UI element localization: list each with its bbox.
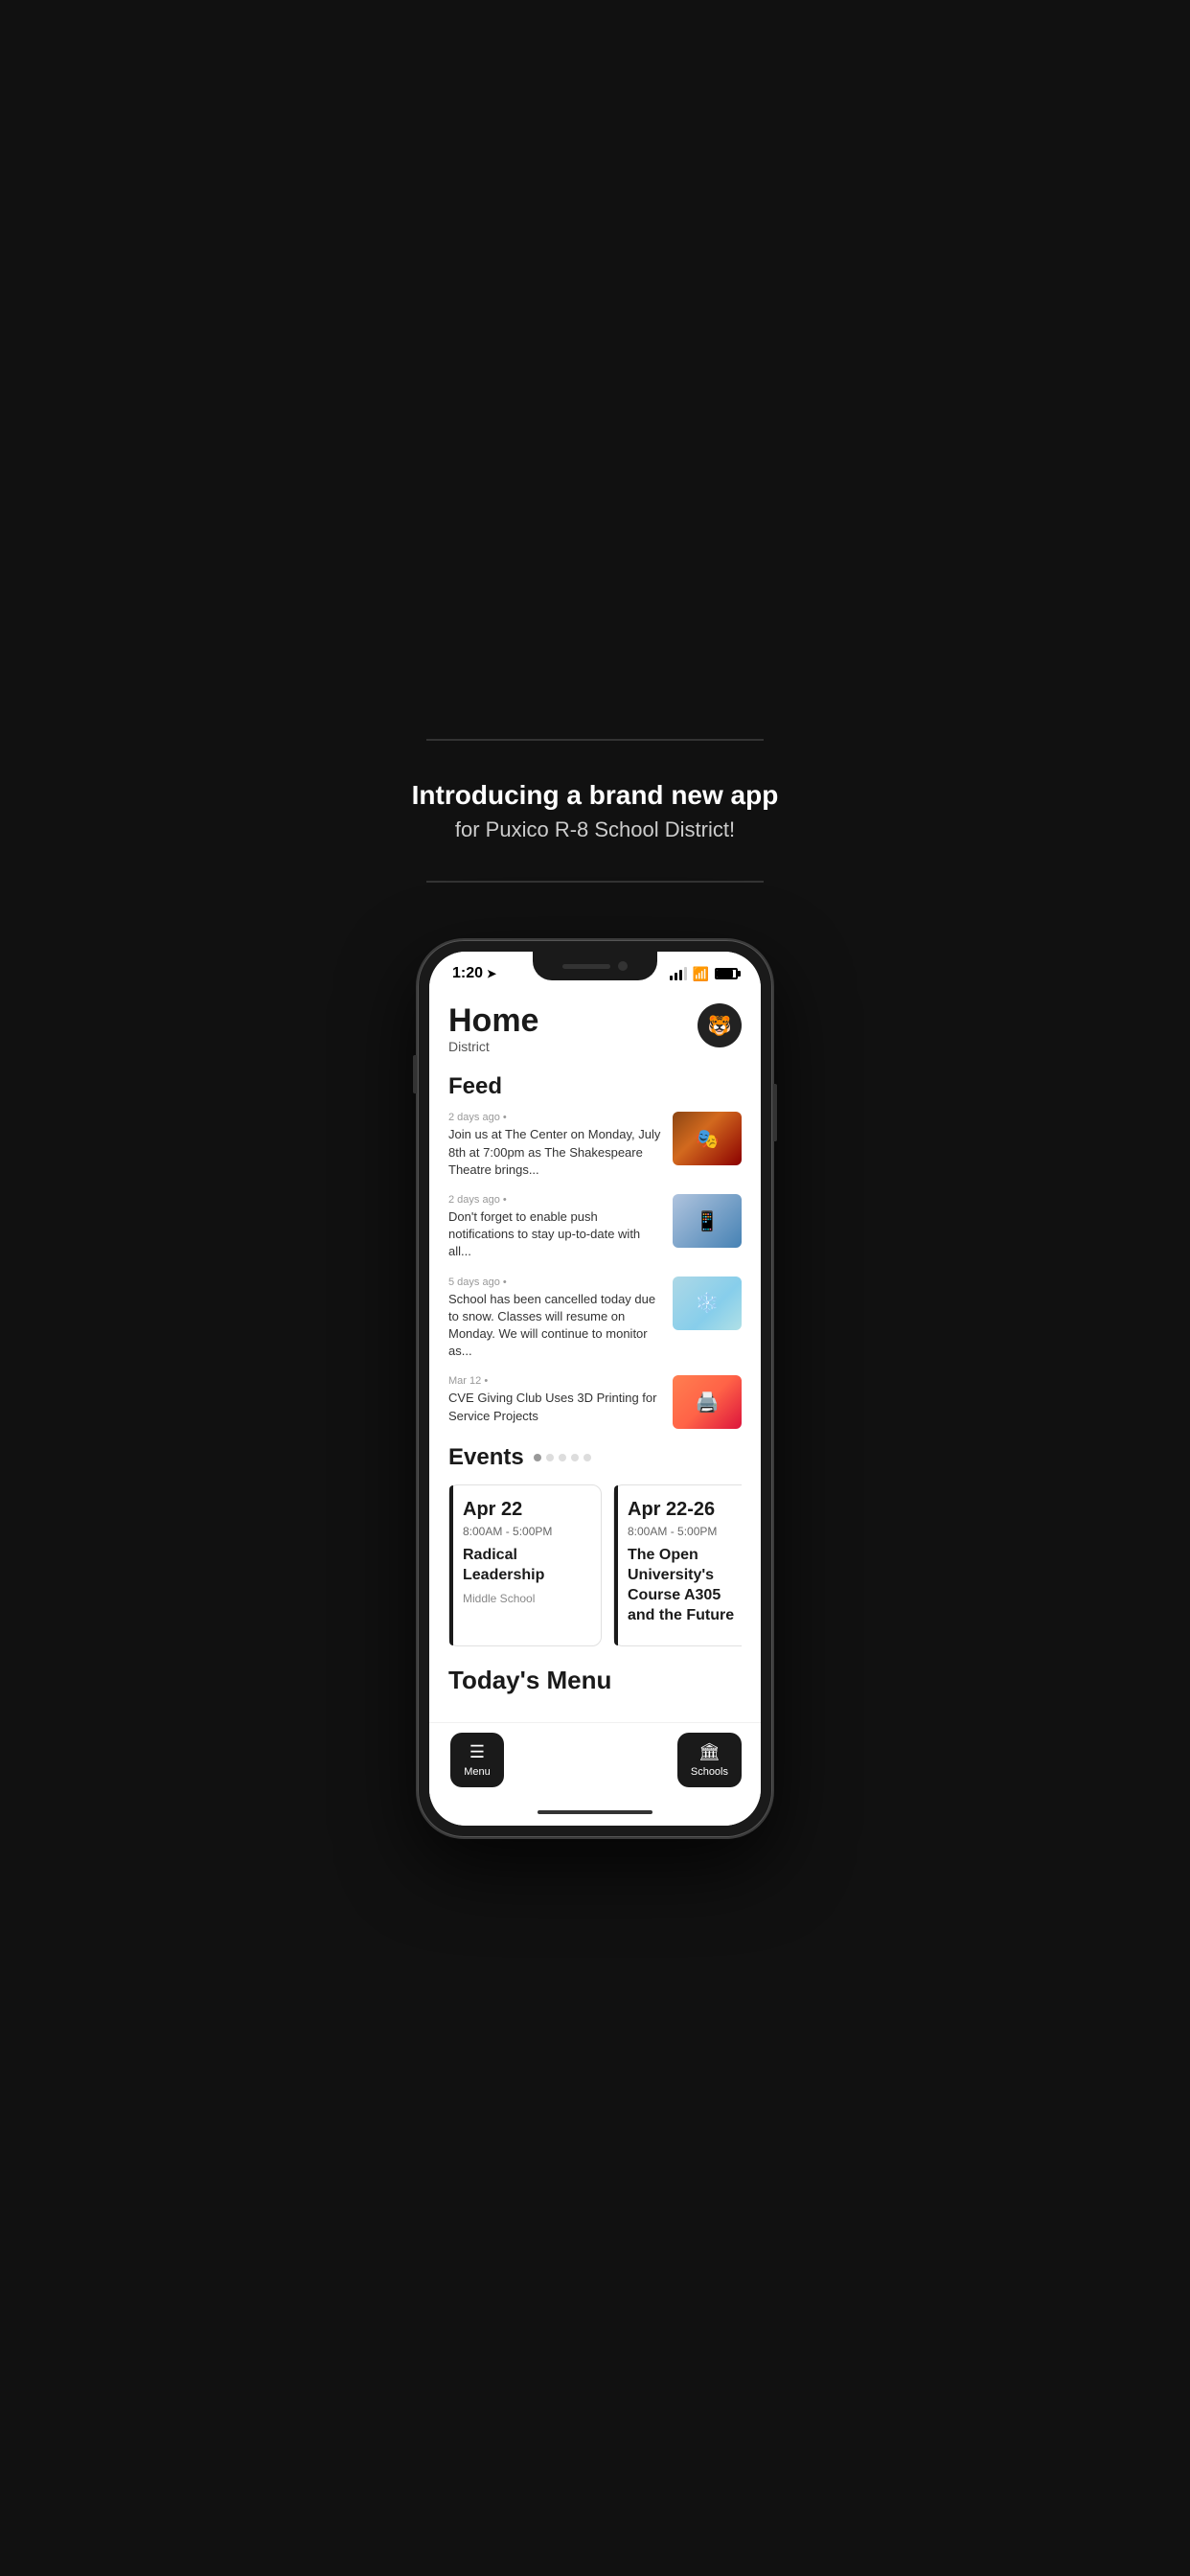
promo-header: Introducing a brand new app for Puxico R…: [375, 720, 815, 911]
signal-bar-4: [684, 967, 687, 980]
signal-bar-1: [670, 976, 673, 980]
feed-text-2: 2 days ago • Don't forget to enable push…: [448, 1194, 661, 1261]
location-arrow-icon: ➤: [487, 967, 496, 980]
feed-time-2: 2 days ago •: [448, 1194, 661, 1206]
notch-speaker: [562, 964, 610, 969]
feed-body-3: School has been cancelled today due to s…: [448, 1291, 661, 1361]
schools-tab-icon: 🏛: [698, 1742, 721, 1762]
outer-wrapper: Introducing a brand new app for Puxico R…: [355, 681, 835, 1894]
notch-camera: [618, 961, 628, 971]
feed-item-2[interactable]: 2 days ago • Don't forget to enable push…: [448, 1194, 742, 1261]
avatar-icon: 🐯: [708, 1014, 732, 1038]
feed-time-4: Mar 12 •: [448, 1375, 661, 1387]
phone-frame: 1:20 ➤ 📶: [418, 940, 772, 1836]
page-title: Home: [448, 1003, 538, 1039]
events-section: Events Apr 22 8:00AM: [448, 1444, 742, 1645]
feed-body-1: Join us at The Center on Monday, July 8t…: [448, 1126, 661, 1179]
events-title: Events: [448, 1444, 524, 1471]
signal-bar-2: [675, 973, 677, 980]
bottom-divider: [426, 881, 764, 883]
feed-thumbnail-theater: 🎭: [673, 1112, 742, 1165]
events-dot-3: [559, 1454, 566, 1461]
signal-bars-icon: [670, 967, 687, 980]
status-bar: 1:20 ➤ 📶: [429, 952, 761, 988]
signal-bar-3: [679, 970, 682, 980]
home-bar: [538, 1810, 652, 1814]
avatar[interactable]: 🐯: [698, 1003, 742, 1047]
feed-body-4: CVE Giving Club Uses 3D Printing for Ser…: [448, 1390, 661, 1424]
feed-time-3: 5 days ago •: [448, 1276, 661, 1288]
event-card-2[interactable]: Apr 22-26 8:00AM - 5:00PM The Open Unive…: [613, 1484, 742, 1645]
tab-item-menu: ☰ Menu: [448, 1733, 506, 1787]
feed-time-1: 2 days ago •: [448, 1112, 661, 1123]
tab-bar: ☰ Menu 🏛 Schools: [429, 1722, 761, 1803]
top-divider: [426, 739, 764, 741]
feed-text-4: Mar 12 • CVE Giving Club Uses 3D Printin…: [448, 1375, 661, 1424]
phone-inner: 1:20 ➤ 📶: [429, 952, 761, 1825]
event-name-2: The Open University's Course A305 and th…: [628, 1546, 742, 1625]
feed-text-1: 2 days ago • Join us at The Center on Mo…: [448, 1112, 661, 1179]
menu-tab-button[interactable]: ☰ Menu: [450, 1733, 504, 1787]
app-header: Home District 🐯: [448, 1003, 742, 1054]
home-indicator: [429, 1803, 761, 1826]
events-scroll: Apr 22 8:00AM - 5:00PM Radical Leadershi…: [448, 1484, 742, 1645]
feed-text-3: 5 days ago • School has been cancelled t…: [448, 1276, 661, 1361]
status-icons: 📶: [670, 966, 738, 982]
menu-section-title: Today's Menu: [448, 1666, 742, 1695]
menu-section: Today's Menu: [448, 1666, 742, 1695]
event-card-1[interactable]: Apr 22 8:00AM - 5:00PM Radical Leadershi…: [448, 1484, 602, 1645]
feed-item-4[interactable]: Mar 12 • CVE Giving Club Uses 3D Printin…: [448, 1375, 742, 1429]
event-time-2: 8:00AM - 5:00PM: [628, 1525, 742, 1538]
battery-icon: [715, 968, 738, 979]
feed-item-1[interactable]: 2 days ago • Join us at The Center on Mo…: [448, 1112, 742, 1179]
event-date-1: Apr 22: [463, 1499, 587, 1521]
promo-subtitle: for Puxico R-8 School District!: [384, 817, 806, 842]
events-header: Events: [448, 1444, 742, 1471]
wifi-icon: 📶: [693, 966, 709, 982]
events-dot-1: [534, 1454, 541, 1461]
feed-thumbnail-kids: 🖨️: [673, 1375, 742, 1429]
app-content: Home District 🐯 Feed 2 days ago: [429, 988, 761, 1721]
feed-thumbnail-phone: 📱: [673, 1194, 742, 1248]
events-dots: [534, 1454, 591, 1461]
page-subtitle: District: [448, 1039, 538, 1054]
schools-tab-label: Schools: [691, 1766, 728, 1778]
menu-tab-label: Menu: [464, 1766, 491, 1778]
header-left: Home District: [448, 1003, 538, 1054]
feed-body-2: Don't forget to enable push notification…: [448, 1208, 661, 1261]
event-time-1: 8:00AM - 5:00PM: [463, 1525, 587, 1538]
feed-item-3[interactable]: 5 days ago • School has been cancelled t…: [448, 1276, 742, 1361]
status-time: 1:20 ➤: [452, 965, 496, 982]
notch: [533, 952, 657, 980]
event-location-1: Middle School: [463, 1592, 587, 1605]
menu-tab-icon: ☰: [469, 1742, 485, 1762]
promo-title: Introducing a brand new app: [384, 779, 806, 812]
feed-section: Feed 2 days ago • Join us at The Center …: [448, 1073, 742, 1429]
feed-section-title: Feed: [448, 1073, 742, 1100]
event-name-1: Radical Leadership: [463, 1546, 587, 1586]
feed-thumbnail-snow: ❄️: [673, 1276, 742, 1330]
battery-fill: [717, 970, 733, 978]
schools-tab-button[interactable]: 🏛 Schools: [677, 1733, 742, 1787]
time-display: 1:20: [452, 965, 483, 982]
tab-item-schools: 🏛 Schools: [677, 1733, 742, 1787]
event-date-2: Apr 22-26: [628, 1499, 742, 1521]
events-dot-2: [546, 1454, 554, 1461]
events-dot-4: [571, 1454, 579, 1461]
events-dot-5: [584, 1454, 591, 1461]
